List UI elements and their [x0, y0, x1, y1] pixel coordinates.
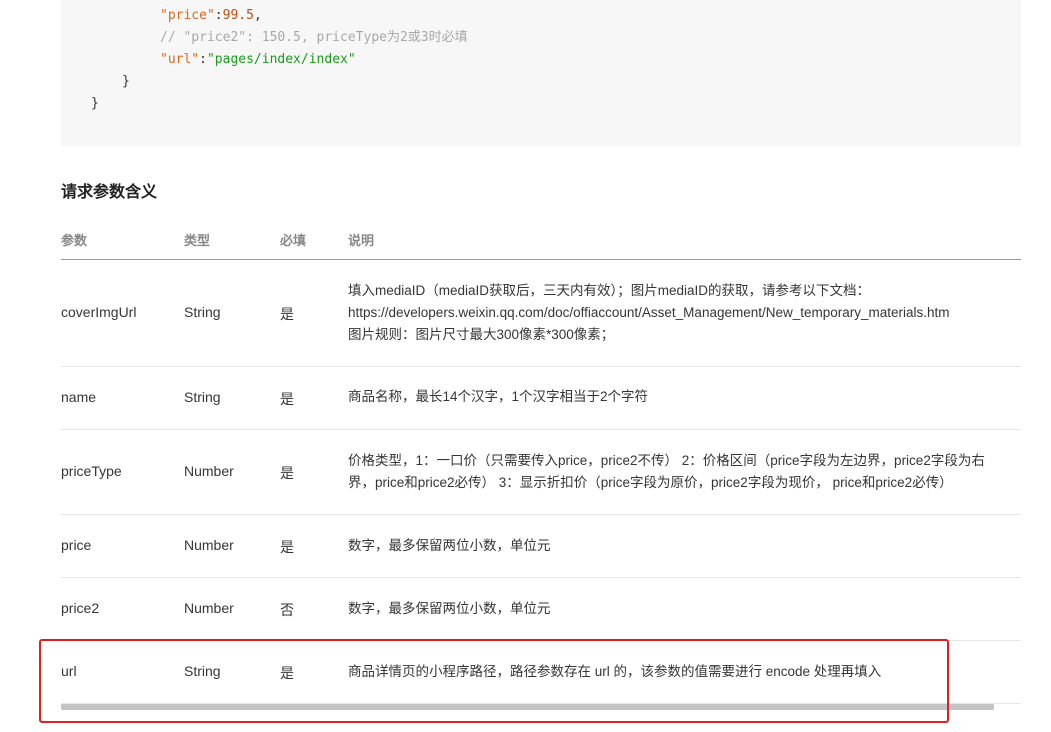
desc-line: 数字，最多保留两位小数，单位元: [348, 538, 551, 553]
params-table: 参数 类型 必填 说明 coverImgUrl String 是 填入media…: [61, 220, 1021, 704]
header-type: 类型: [184, 233, 211, 248]
table-row: priceType Number 是 价格类型，1：一口价（只需要传入price…: [61, 430, 1021, 515]
code-number: 99.5: [222, 8, 254, 23]
header-param: 参数: [61, 233, 88, 248]
param-type: String: [184, 389, 221, 405]
param-desc: 商品详情页的小程序路径，路径参数存在 url 的，该参数的值需要进行 encod…: [348, 661, 881, 683]
param-type: Number: [184, 600, 234, 616]
code-line-price: "price":99.5,: [160, 8, 262, 23]
section-title: 请求参数含义: [61, 184, 158, 201]
param-type: String: [184, 304, 221, 320]
param-required: 是: [280, 665, 294, 681]
param-desc: 填入mediaID（mediaID获取后，三天内有效）；图片mediaID的获取…: [348, 280, 950, 346]
table-row: price2 Number 否 数字，最多保留两位小数，单位元: [61, 578, 1021, 641]
desc-line: 图片规则：图片尺寸最大300像素*300像素；: [348, 327, 615, 342]
param-name: priceType: [61, 463, 122, 479]
param-required: 是: [280, 391, 294, 407]
param-desc: 价格类型，1：一口价（只需要传入price，price2不传） 2：价格区间（p…: [348, 450, 985, 494]
code-string: "pages/index/index": [206, 52, 356, 67]
param-desc: 商品名称，最长14个汉字，1个汉字相当于2个字符: [348, 386, 648, 408]
param-name: price: [61, 537, 92, 553]
param-name: url: [61, 663, 77, 679]
param-type: Number: [184, 463, 234, 479]
param-name: coverImgUrl: [61, 304, 137, 320]
param-type: String: [184, 663, 221, 679]
table-row: url String 是 商品详情页的小程序路径，路径参数存在 url 的，该参…: [61, 641, 1021, 704]
header-required: 必填: [280, 233, 307, 248]
code-key: "price": [160, 8, 215, 23]
param-name: name: [61, 389, 97, 405]
param-required: 是: [280, 465, 294, 481]
param-name: price2: [61, 600, 100, 616]
param-type: Number: [184, 537, 234, 553]
desc-line: 价格类型，1：一口价（只需要传入price，price2不传） 2：价格区间（p…: [348, 453, 985, 468]
desc-link[interactable]: https://developers.weixin.qq.com/doc/off…: [348, 302, 950, 324]
param-required: 是: [280, 539, 294, 555]
code-brace: }: [91, 96, 99, 111]
desc-line: 界，price和price2必传） 3：显示折扣价（price字段为原价，pri…: [348, 475, 953, 490]
param-required: 是: [280, 306, 294, 322]
desc-line: 填入mediaID（mediaID获取后，三天内有效）；图片mediaID的获取…: [348, 283, 871, 298]
desc-line: 商品名称，最长14个汉字，1个汉字相当于2个字符: [348, 389, 649, 404]
param-required: 否: [280, 602, 294, 618]
desc-line: 商品详情页的小程序路径，路径参数存在 url 的，该参数的值需要进行 encod…: [348, 664, 882, 679]
code-brace: }: [122, 74, 130, 89]
code-key: "url": [160, 52, 200, 67]
param-desc: 数字，最多保留两位小数，单位元: [348, 535, 551, 557]
param-desc: 数字，最多保留两位小数，单位元: [348, 598, 551, 620]
desc-line: 数字，最多保留两位小数，单位元: [348, 601, 551, 616]
code-line-url: "url":"pages/index/index": [160, 52, 356, 67]
table-header: 参数 类型 必填 说明: [61, 220, 1021, 260]
table-row: price Number 是 数字，最多保留两位小数，单位元: [61, 515, 1021, 578]
code-block: "price":99.5, // "price2": 150.5, priceT…: [61, 0, 1021, 146]
table-row: name String 是 商品名称，最长14个汉字，1个汉字相当于2个字符: [61, 367, 1021, 430]
header-desc: 说明: [348, 233, 375, 248]
table-row: coverImgUrl String 是 填入mediaID（mediaID获取…: [61, 260, 1021, 367]
horizontal-scrollbar[interactable]: [61, 704, 994, 710]
code-comment: // "price2": 150.5, priceType为2或3时必填: [160, 30, 468, 45]
